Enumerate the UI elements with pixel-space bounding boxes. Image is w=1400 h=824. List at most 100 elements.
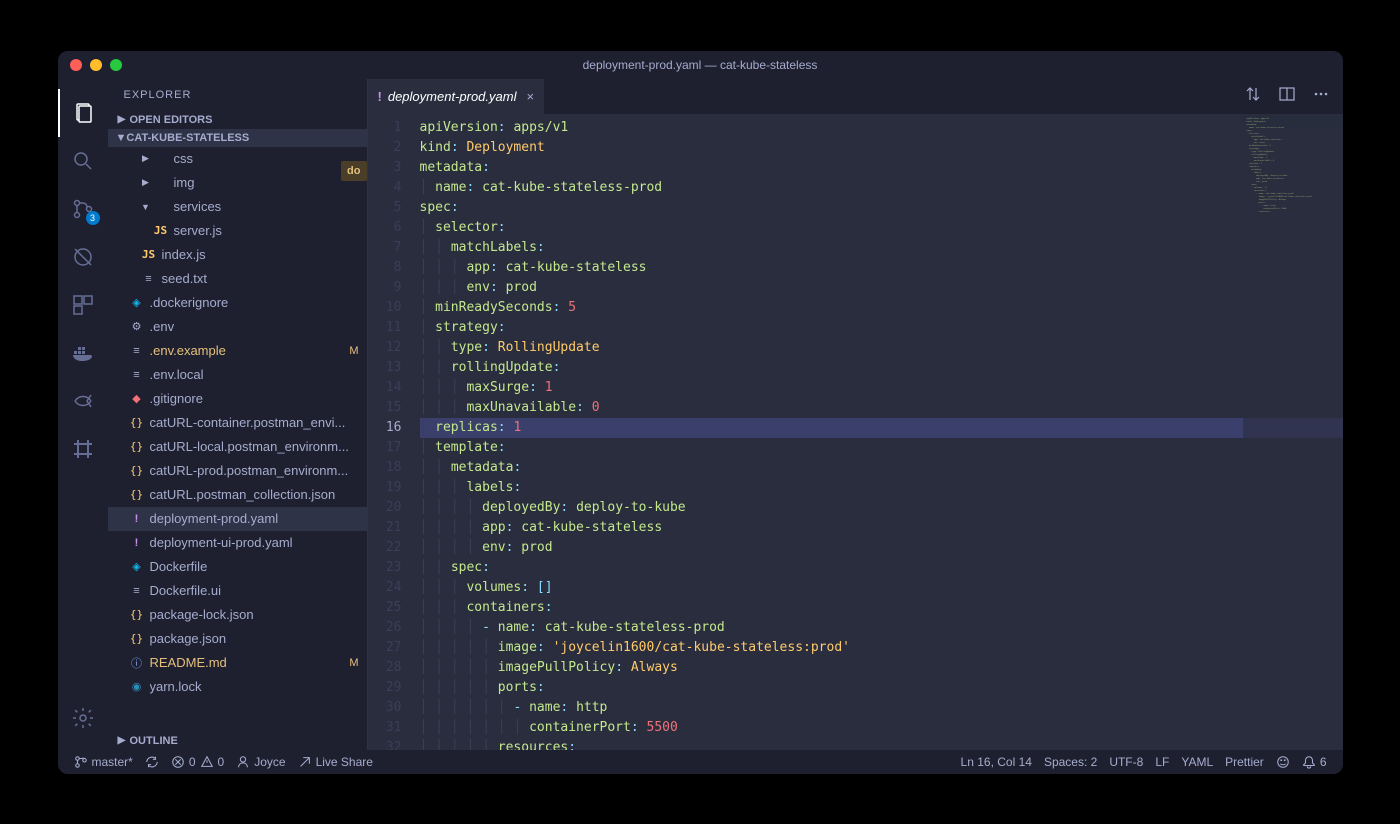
- file-label: seed.txt: [162, 271, 208, 286]
- file-item[interactable]: ≡.env.exampleM: [108, 339, 367, 363]
- tab-deployment-prod[interactable]: ! deployment-prod.yaml ×: [368, 79, 545, 114]
- outline-section[interactable]: ▶ OUTLINE: [108, 732, 367, 750]
- settings-gear-icon[interactable]: [58, 694, 108, 742]
- folder-item[interactable]: ▶ img: [108, 171, 367, 195]
- indentation-status[interactable]: Spaces: 2: [1038, 755, 1103, 769]
- chevron-right-icon: ▶: [140, 177, 152, 188]
- file-label: package-lock.json: [150, 607, 254, 622]
- file-label: catURL-local.postman_environm...: [150, 439, 349, 454]
- gear-icon: ⚙: [128, 320, 146, 333]
- close-tab-icon[interactable]: ×: [526, 89, 534, 104]
- txt-icon: ≡: [140, 273, 158, 285]
- vscode-window: deployment-prod.yaml — cat-kube-stateles…: [58, 51, 1343, 774]
- json-icon: {}: [128, 464, 146, 477]
- eol-status[interactable]: LF: [1149, 755, 1175, 769]
- file-label: README.md: [150, 655, 227, 670]
- yarn-icon: ◉: [128, 680, 146, 693]
- formatter-status[interactable]: Prettier: [1219, 755, 1270, 769]
- live-share-user[interactable]: Joyce: [230, 750, 291, 774]
- file-item[interactable]: ≡ Dockerfile.ui: [108, 579, 367, 603]
- debug-icon[interactable]: [58, 233, 108, 281]
- notifications-status[interactable]: 6: [1296, 755, 1333, 769]
- file-label: css: [174, 151, 194, 166]
- file-label: index.js: [162, 247, 206, 262]
- file-item[interactable]: {} package-lock.json: [108, 603, 367, 627]
- file-label: .dockerignore: [150, 295, 229, 310]
- problems-status[interactable]: 0 0: [165, 750, 230, 774]
- file-label: Dockerfile.ui: [150, 583, 222, 598]
- explorer-icon[interactable]: [58, 89, 108, 137]
- file-label: .env.local: [150, 367, 204, 382]
- source-control-icon[interactable]: 3: [58, 185, 108, 233]
- maximize-window-button[interactable]: [110, 59, 122, 71]
- file-label: services: [174, 199, 222, 214]
- language-mode[interactable]: YAML: [1175, 755, 1219, 769]
- file-label: img: [174, 175, 195, 190]
- file-item[interactable]: ◆.gitignore: [108, 387, 367, 411]
- feedback-icon[interactable]: [1270, 755, 1296, 769]
- yaml-icon: !: [128, 513, 146, 525]
- file-item[interactable]: ◈ .dockerignore: [108, 291, 367, 315]
- slack-icon[interactable]: [58, 425, 108, 473]
- file-item[interactable]: JSindex.js: [108, 243, 367, 267]
- editor-body[interactable]: 1234567891011121314151617181920212223242…: [368, 114, 1343, 750]
- tab-filename: deployment-prod.yaml: [388, 89, 517, 104]
- minimap[interactable]: apiVersion: apps/v1kind: Deploymentmetad…: [1243, 114, 1343, 750]
- live-share-status[interactable]: Live Share: [292, 750, 379, 774]
- file-tree[interactable]: do ▶css▶img▼servicesJSserver.jsJSindex.j…: [108, 147, 367, 732]
- more-actions-icon[interactable]: [1313, 86, 1329, 107]
- split-editor-icon[interactable]: [1279, 86, 1295, 107]
- file-item[interactable]: {}catURL-container.postman_envi...: [108, 411, 367, 435]
- file-item[interactable]: ⓘREADME.mdM: [108, 651, 367, 675]
- workspace-folder-header[interactable]: ▼ CAT-KUBE-STATELESS: [108, 129, 367, 147]
- docker-icon[interactable]: [58, 329, 108, 377]
- line-gutter: 1234567891011121314151617181920212223242…: [368, 114, 420, 750]
- compare-icon[interactable]: [1245, 86, 1261, 107]
- modified-indicator: M: [349, 345, 358, 357]
- live-share-icon[interactable]: [58, 377, 108, 425]
- file-label: package.json: [150, 631, 227, 646]
- sync-status[interactable]: [139, 750, 165, 774]
- file-item[interactable]: ◈Dockerfile: [108, 555, 367, 579]
- file-label: deployment-ui-prod.yaml: [150, 535, 293, 550]
- file-item[interactable]: !deployment-prod.yaml: [108, 507, 367, 531]
- search-icon[interactable]: [58, 137, 108, 185]
- txt-icon: ≡: [128, 585, 146, 597]
- file-label: catURL-prod.postman_environm...: [150, 463, 349, 478]
- git-branch-status[interactable]: master*: [68, 750, 139, 774]
- encoding-status[interactable]: UTF-8: [1103, 755, 1149, 769]
- close-window-button[interactable]: [70, 59, 82, 71]
- file-item[interactable]: {} catURL.postman_collection.json: [108, 483, 367, 507]
- explorer-title: EXPLORER: [108, 79, 367, 111]
- txt-icon: ≡: [128, 369, 146, 381]
- file-item[interactable]: ⚙.env: [108, 315, 367, 339]
- folder-item[interactable]: ▶css: [108, 147, 367, 171]
- minimize-window-button[interactable]: [90, 59, 102, 71]
- scm-badge: 3: [86, 211, 100, 225]
- docker-icon: ◈: [128, 296, 146, 309]
- file-item[interactable]: !deployment-ui-prod.yaml: [108, 531, 367, 555]
- file-item[interactable]: ≡ seed.txt: [108, 267, 367, 291]
- file-label: server.js: [174, 223, 222, 238]
- file-item[interactable]: {} catURL-prod.postman_environm...: [108, 459, 367, 483]
- json-icon: {}: [128, 488, 146, 501]
- file-label: catURL.postman_collection.json: [150, 487, 336, 502]
- chevron-down-icon: ▼: [140, 202, 152, 212]
- file-item[interactable]: ◉yarn.lock: [108, 675, 367, 699]
- file-item[interactable]: {}package.json: [108, 627, 367, 651]
- file-item[interactable]: JSserver.js: [108, 219, 367, 243]
- json-icon: {}: [128, 608, 146, 621]
- info-icon: ⓘ: [128, 655, 146, 671]
- activity-bar: 3: [58, 79, 108, 750]
- tabs-bar: ! deployment-prod.yaml ×: [368, 79, 1343, 114]
- open-editors-section[interactable]: ▶ OPEN EDITORS: [108, 111, 367, 129]
- txt-icon: ≡: [128, 345, 146, 357]
- file-item[interactable]: {} catURL-local.postman_environm...: [108, 435, 367, 459]
- extensions-icon[interactable]: [58, 281, 108, 329]
- docker-icon: ◈: [128, 560, 146, 573]
- file-item[interactable]: ≡ .env.local: [108, 363, 367, 387]
- cursor-position[interactable]: Ln 16, Col 14: [955, 755, 1038, 769]
- code-content[interactable]: apiVersion: apps/v1kind: Deploymentmetad…: [420, 114, 1343, 750]
- json-icon: {}: [128, 440, 146, 453]
- folder-item[interactable]: ▼ services: [108, 195, 367, 219]
